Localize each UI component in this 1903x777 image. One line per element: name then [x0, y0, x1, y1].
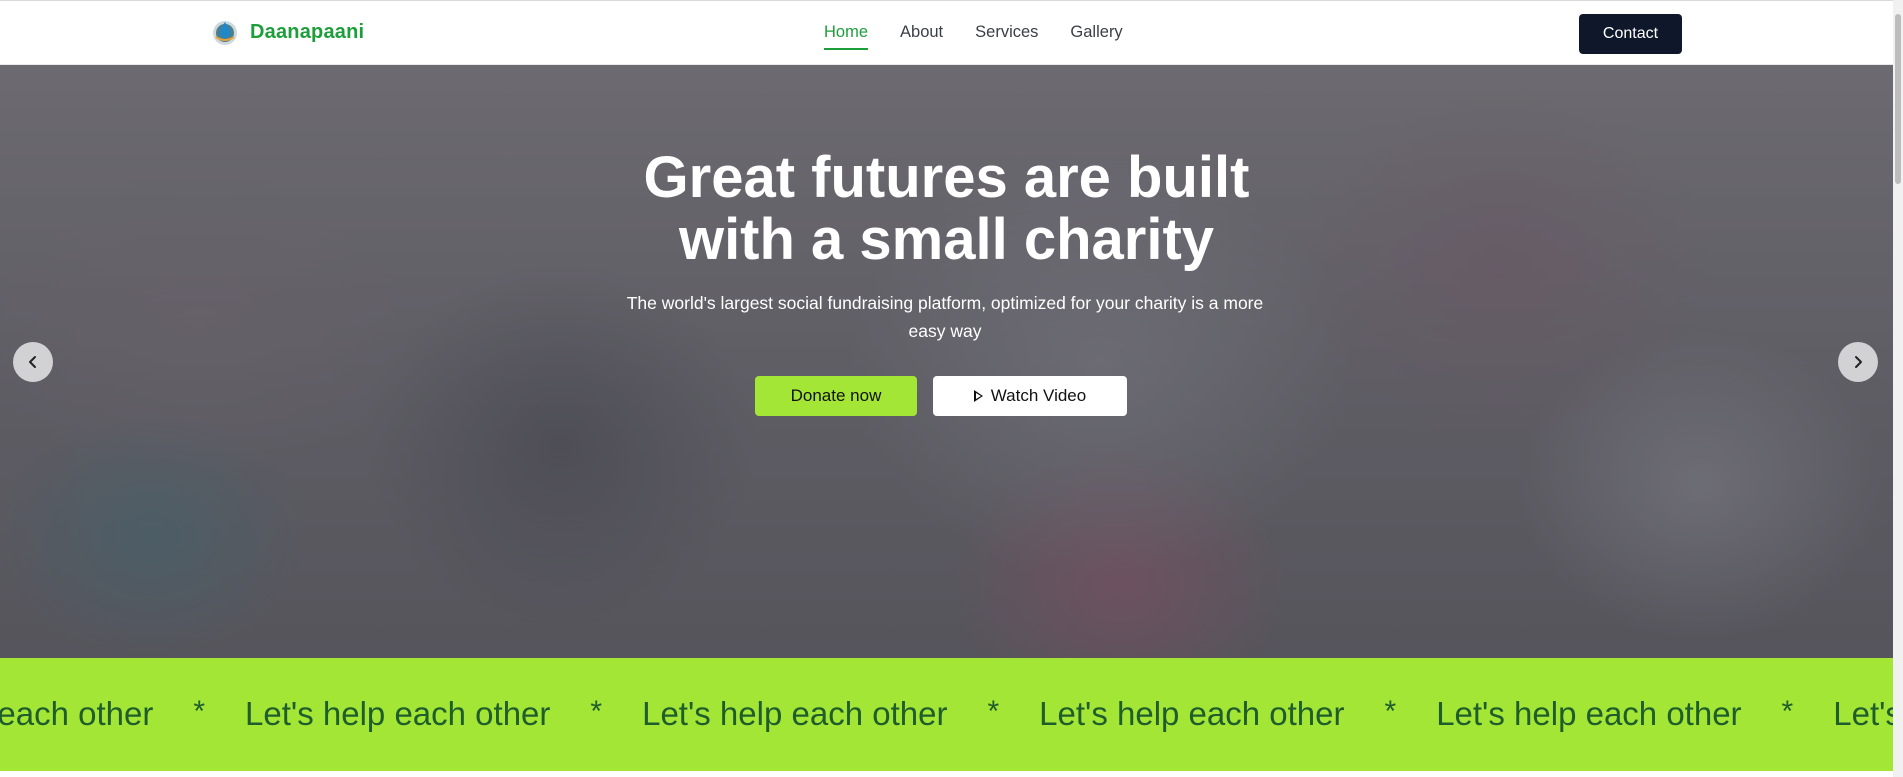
hero-title-line2: with a small charity — [678, 207, 1215, 272]
marquee-separator: * — [987, 695, 1000, 728]
marquee-track: Let's help each other * Let's help each … — [0, 695, 1893, 733]
marquee-item: Let's help each other — [0, 695, 154, 732]
carousel-prev-button[interactable] — [13, 342, 53, 382]
donate-button[interactable]: Donate now — [755, 376, 917, 416]
nav-about[interactable]: About — [900, 23, 943, 50]
globe-drop-icon — [213, 21, 237, 45]
carousel-next-button[interactable] — [1838, 342, 1878, 382]
marquee-separator: * — [1781, 695, 1794, 728]
marquee-item: Let's help each other — [1039, 695, 1345, 732]
brand[interactable]: Daanapaani — [210, 17, 364, 47]
scrollbar-thumb[interactable] — [1895, 14, 1901, 184]
watch-video-label: Watch Video — [990, 386, 1087, 405]
nav-gallery[interactable]: Gallery — [1070, 23, 1122, 50]
site-header: Daanapaani Home About Services Gallery C… — [0, 0, 1893, 65]
nav-home[interactable]: Home — [824, 23, 869, 50]
chevron-left-icon — [29, 356, 36, 368]
nav-services[interactable]: Services — [975, 23, 1038, 50]
page-scrollbar[interactable] — [1893, 0, 1903, 777]
brand-name: Daanapaani — [250, 20, 365, 43]
marquee-item: Let's help each other — [245, 695, 551, 732]
marquee-separator: * — [1384, 695, 1397, 728]
main-nav: Home About Services Gallery — [824, 23, 1123, 50]
marquee-item: Let's help each other — [1436, 695, 1742, 732]
hero-title-line1: Great futures are built — [643, 145, 1250, 210]
marquee-banner: Let's help each other * Let's help each … — [0, 658, 1893, 771]
hero-carousel: Great futures are built with a small cha… — [0, 65, 1893, 658]
marquee-item: Let's help each other — [1833, 695, 1893, 732]
marquee-item: Let's help each other — [642, 695, 948, 732]
watch-video-button[interactable]: Watch Video — [933, 376, 1127, 416]
play-icon — [973, 390, 983, 402]
hero-subtitle: The world's largest social fundraising p… — [626, 293, 1264, 341]
marquee-separator: * — [590, 695, 603, 728]
hero-title: Great futures are built with a small cha… — [0, 147, 1893, 271]
marquee-separator: * — [193, 695, 206, 728]
chevron-right-icon — [1855, 356, 1862, 368]
contact-button[interactable]: Contact — [1579, 14, 1682, 54]
